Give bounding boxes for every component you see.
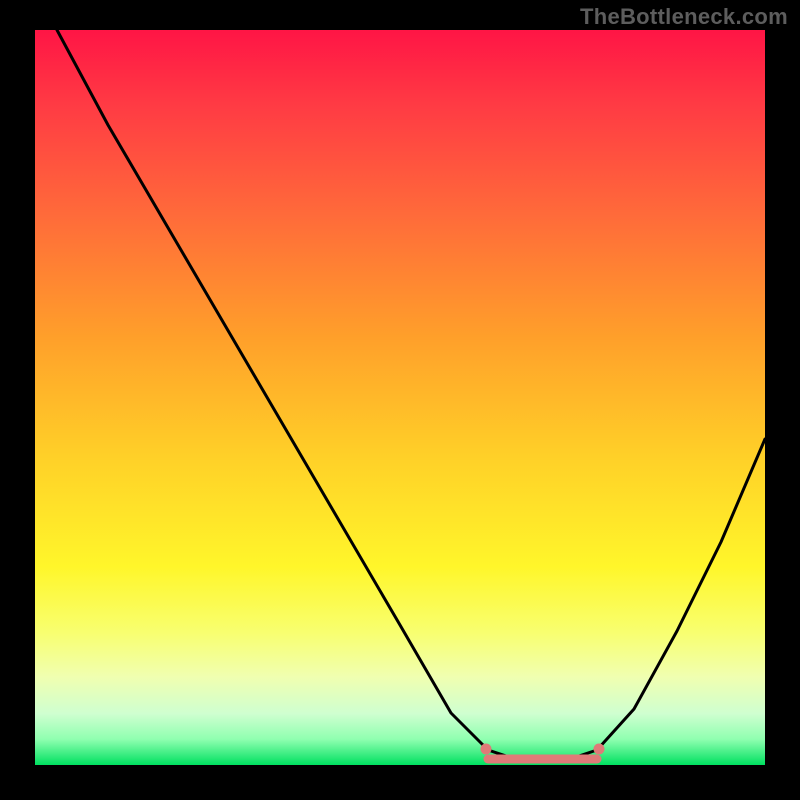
bottleneck-curve — [57, 30, 765, 762]
plot-area — [35, 30, 765, 765]
chart-svg-layer — [35, 30, 765, 765]
watermark-text: TheBottleneck.com — [580, 4, 788, 30]
chart-root: TheBottleneck.com — [0, 0, 800, 800]
optimal-band-start-dot — [481, 744, 492, 755]
optimal-band-end-dot — [594, 744, 605, 755]
